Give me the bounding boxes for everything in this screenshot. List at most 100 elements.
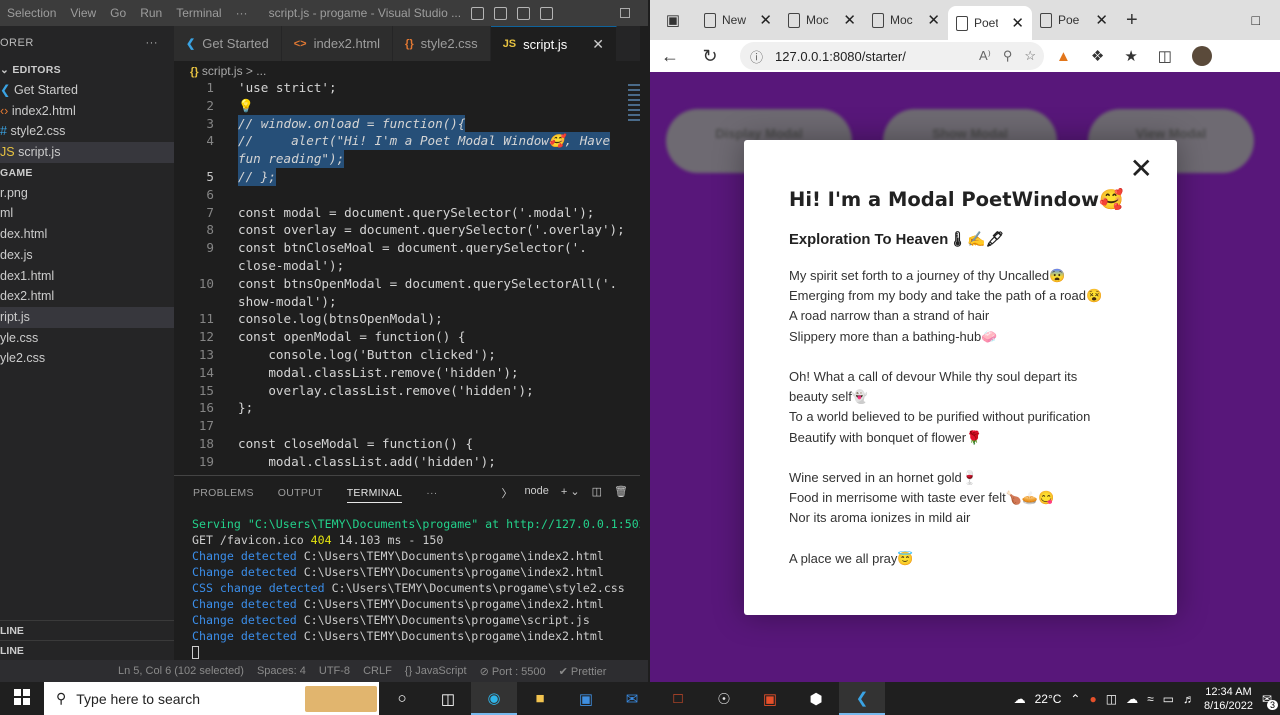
refresh-icon[interactable]: ↻ bbox=[690, 46, 730, 67]
explorer-more-icon[interactable]: ··· bbox=[146, 37, 159, 49]
zoom-icon[interactable]: ⚲ bbox=[1003, 48, 1013, 64]
tray-app-icon[interactable]: ● bbox=[1089, 692, 1096, 706]
status-cursor-position[interactable]: Ln 5, Col 6 (102 selected) bbox=[118, 665, 244, 677]
media-player-icon[interactable]: ☉ bbox=[701, 682, 747, 715]
close-icon[interactable]: ✕ bbox=[927, 11, 940, 29]
address-bar[interactable]: ⓘ 127.0.0.1:8080/starter/ A⁾ ⚲ ☆ bbox=[740, 42, 1044, 70]
status-live-server[interactable]: ⊘ Port : 5500 bbox=[480, 665, 546, 678]
menu-run[interactable]: Run bbox=[133, 6, 169, 20]
breadcrumb-file[interactable]: script.js bbox=[202, 64, 243, 78]
lightbulb-icon[interactable]: 💡 bbox=[238, 97, 254, 115]
outline-section[interactable]: LINE bbox=[0, 620, 174, 640]
url-text[interactable]: 127.0.0.1:8080/starter/ bbox=[775, 49, 906, 64]
task-view-icon[interactable]: ◫ bbox=[425, 682, 471, 715]
new-terminal-icon[interactable]: + ⌄ bbox=[561, 485, 580, 501]
file-item[interactable]: dex.js bbox=[0, 245, 174, 266]
avatar[interactable] bbox=[1191, 46, 1212, 66]
status-eol[interactable]: CRLF bbox=[363, 665, 392, 677]
tab-problems[interactable]: PROBLEMS bbox=[193, 487, 254, 499]
status-indent[interactable]: Spaces: 4 bbox=[257, 665, 306, 677]
office-icon[interactable]: □ bbox=[655, 682, 701, 715]
search-highlight-icon[interactable] bbox=[305, 685, 377, 712]
close-icon[interactable]: ✕ bbox=[1011, 14, 1024, 32]
back-arrow-icon[interactable]: ← bbox=[650, 46, 690, 67]
collections-icon[interactable]: ◫ bbox=[1158, 47, 1172, 65]
weather-cloud-icon[interactable]: ☁ bbox=[1014, 692, 1026, 706]
tab-terminal[interactable]: TERMINAL bbox=[346, 487, 403, 503]
close-icon[interactable]: ✕ bbox=[843, 11, 856, 29]
status-language[interactable]: {} JavaScript bbox=[405, 665, 467, 677]
browser-tab-active[interactable]: Poet ✕ bbox=[948, 6, 1032, 40]
open-editor-item[interactable]: ‹› index2.html bbox=[0, 101, 174, 122]
file-item[interactable]: dex.html bbox=[0, 224, 174, 245]
customize-layout-icon[interactable] bbox=[540, 6, 554, 20]
edge-icon[interactable]: ◉ bbox=[471, 682, 517, 715]
toggle-secondary-sidebar-icon[interactable] bbox=[517, 6, 531, 20]
battery-icon[interactable]: ▭ bbox=[1163, 692, 1174, 706]
network-icon[interactable]: ≈ bbox=[1147, 692, 1154, 706]
info-icon[interactable]: ⓘ bbox=[750, 47, 763, 66]
taskbar-search[interactable]: ⚲ Type here to search bbox=[44, 682, 379, 715]
favorites-icon[interactable]: ★ bbox=[1124, 47, 1137, 65]
new-tab-icon[interactable]: + bbox=[1126, 9, 1138, 32]
open-editor-item[interactable]: JS script.js bbox=[0, 142, 174, 163]
menu-go[interactable]: Go bbox=[103, 6, 133, 20]
toggle-panel-icon[interactable] bbox=[494, 6, 508, 20]
maximize-icon[interactable]: □ bbox=[1252, 12, 1260, 28]
windows-start-icon[interactable] bbox=[0, 689, 44, 708]
file-item[interactable]: yle2.css bbox=[0, 348, 174, 369]
close-icon[interactable]: ✕ bbox=[1095, 11, 1108, 29]
file-item[interactable]: r.png bbox=[0, 183, 174, 204]
status-encoding[interactable]: UTF-8 bbox=[319, 665, 350, 677]
browser-tab[interactable]: Poe ✕ bbox=[1032, 0, 1116, 40]
store-icon[interactable]: ▣ bbox=[563, 682, 609, 715]
close-modal-button[interactable]: ✕ bbox=[1130, 152, 1153, 185]
menu-terminal[interactable]: Terminal bbox=[169, 6, 228, 20]
add-favorite-icon[interactable]: ☆ bbox=[1024, 48, 1044, 64]
code-editor[interactable]: 1'use strict'; 2 💡 3// window.onload = fu… bbox=[174, 79, 640, 475]
tab-get-started[interactable]: ❮ Get Started bbox=[174, 26, 282, 61]
tab-actions-icon[interactable]: ▣ bbox=[650, 11, 696, 29]
minimap[interactable] bbox=[628, 81, 640, 201]
breadcrumb-more[interactable]: ... bbox=[256, 64, 266, 78]
mail-icon[interactable]: ✉ bbox=[609, 682, 655, 715]
cube-app-icon[interactable]: ⬢ bbox=[793, 682, 839, 715]
close-icon[interactable]: ✕ bbox=[759, 11, 772, 29]
tab-output[interactable]: OUTPUT bbox=[278, 487, 323, 499]
open-editor-item[interactable]: ❮ Get Started bbox=[0, 80, 174, 101]
file-item-selected[interactable]: ript.js bbox=[0, 306, 174, 328]
panel-more-icon[interactable]: ··· bbox=[426, 487, 437, 499]
file-item[interactable]: ml bbox=[0, 203, 174, 224]
trash-icon[interactable]: 🗑 bbox=[614, 485, 628, 501]
tab-script-js[interactable]: JS script.js ✕ bbox=[490, 26, 617, 61]
terminal-output[interactable]: Serving "C:\Users\TEMY\Documents\progame… bbox=[192, 516, 640, 660]
restore-icon[interactable] bbox=[620, 8, 630, 18]
menu-more[interactable]: ··· bbox=[229, 6, 255, 20]
status-prettier[interactable]: ✔ Prettier bbox=[559, 665, 607, 678]
file-item[interactable]: dex2.html bbox=[0, 286, 174, 307]
menu-selection[interactable]: Selection bbox=[0, 6, 63, 20]
menu-view[interactable]: View bbox=[63, 6, 103, 20]
cortana-icon[interactable]: ○ bbox=[379, 682, 425, 715]
device-icon[interactable]: ◫ bbox=[1106, 692, 1117, 706]
clock[interactable]: 12:34 AM 8/16/2022 bbox=[1204, 685, 1253, 713]
close-icon[interactable]: ✕ bbox=[592, 36, 604, 53]
notification-icon[interactable]: ✉ 3 bbox=[1262, 692, 1278, 710]
timeline-section[interactable]: LINE bbox=[0, 640, 174, 660]
metamask-icon[interactable]: ▲ bbox=[1056, 48, 1071, 65]
split-terminal-icon[interactable]: ◫ bbox=[592, 485, 602, 501]
browser-tab[interactable]: Moc ✕ bbox=[780, 0, 864, 40]
toggle-sidebar-icon[interactable] bbox=[471, 6, 485, 20]
terminal-shell[interactable]: node bbox=[524, 485, 548, 501]
browser-tab[interactable]: Moc ✕ bbox=[864, 0, 948, 40]
file-item[interactable]: dex1.html bbox=[0, 266, 174, 287]
volume-icon[interactable]: ♬ bbox=[1183, 692, 1195, 706]
read-aloud-icon[interactable]: A⁾ bbox=[979, 48, 991, 64]
vscode-icon[interactable]: ❮ bbox=[839, 682, 885, 715]
puzzle-icon[interactable]: ❖ bbox=[1091, 47, 1104, 65]
chevron-up-icon[interactable]: ⌃ bbox=[1070, 692, 1080, 706]
tab-index2-html[interactable]: <> index2.html bbox=[281, 26, 394, 61]
browser-tab[interactable]: New ✕ bbox=[696, 0, 780, 40]
tab-style2-css[interactable]: {} style2.css bbox=[393, 26, 491, 61]
open-editors-section[interactable]: ⌄ EDITORS bbox=[0, 60, 174, 80]
